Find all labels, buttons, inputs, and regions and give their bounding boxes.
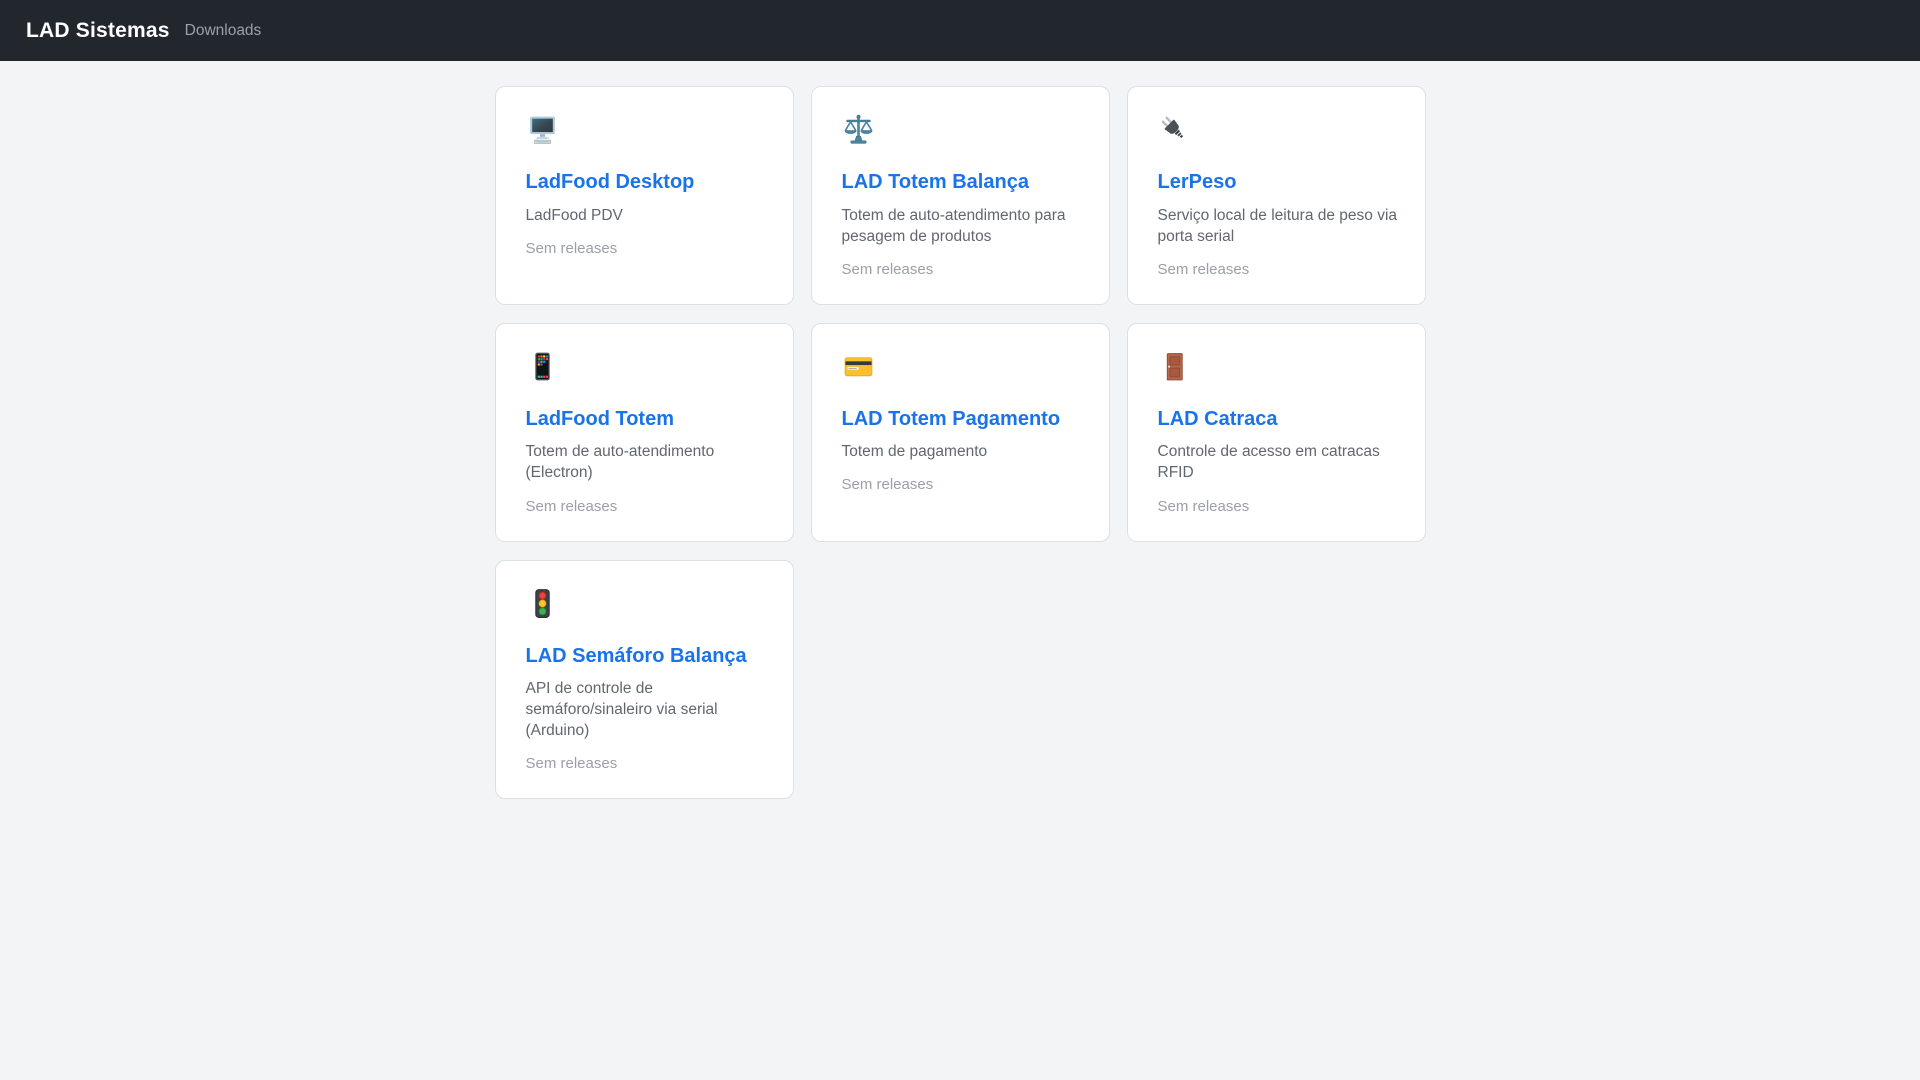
project-card: LAD Totem Pagamento Totem de pagamento S… — [810, 322, 1110, 542]
releases-status: Sem releases — [525, 497, 618, 515]
project-title-link[interactable]: LadFood Desktop — [526, 171, 695, 193]
project-card: LerPeso Serviço local de leitura de peso… — [1126, 86, 1426, 305]
project-title: LerPeso — [1158, 167, 1405, 195]
project-title: LAD Totem Pagamento — [842, 404, 1089, 432]
releases-status: Sem releases — [1157, 260, 1250, 278]
releases-status: Sem releases — [525, 239, 618, 257]
mobile-phone-icon — [526, 350, 559, 383]
releases-status: Sem releases — [1157, 497, 1250, 515]
project-description: LadFood PDV — [525, 206, 623, 224]
project-card: LAD Semáforo Balança API de controle de … — [494, 559, 794, 800]
project-description: API de controle de semáforo/sinaleiro vi… — [525, 680, 718, 740]
electric-plug-icon — [1158, 113, 1191, 146]
project-title: LAD Totem Balança — [842, 167, 1089, 195]
credit-card-icon — [842, 350, 875, 383]
releases-status: Sem releases — [525, 755, 618, 773]
project-description: Totem de pagamento — [841, 443, 988, 461]
project-title-link[interactable]: LAD Semáforo Balança — [526, 645, 747, 667]
project-title-link[interactable]: LerPeso — [1158, 171, 1237, 193]
nav-downloads[interactable]: Downloads — [185, 22, 262, 40]
desktop-computer-icon — [526, 113, 559, 146]
project-title-link[interactable]: LadFood Totem — [526, 408, 675, 430]
project-title: LAD Semáforo Balança — [526, 641, 773, 669]
releases-status: Sem releases — [841, 260, 934, 278]
project-card: LadFood Desktop LadFood PDV Sem releases — [494, 86, 794, 305]
traffic-light-icon — [526, 587, 559, 620]
project-title-link[interactable]: LAD Catraca — [1158, 408, 1278, 430]
project-card: LAD Totem Balança Totem de auto-atendime… — [810, 86, 1110, 305]
project-description: Totem de auto-atendimento para pesagem d… — [841, 206, 1066, 245]
releases-status: Sem releases — [841, 476, 934, 494]
project-description: Serviço local de leitura de peso via por… — [1157, 206, 1398, 245]
project-description: Controle de acesso em catracas RFID — [1157, 443, 1380, 482]
project-title: LadFood Totem — [526, 404, 773, 432]
door-icon — [1158, 350, 1191, 383]
project-card: LadFood Totem Totem de auto-atendimento … — [494, 322, 794, 542]
project-title: LadFood Desktop — [526, 167, 773, 195]
app-header: LAD Sistemas Downloads — [0, 0, 1920, 61]
balance-scale-icon — [842, 113, 875, 146]
project-title-link[interactable]: LAD Totem Pagamento — [842, 408, 1061, 430]
project-card: LAD Catraca Controle de acesso em catrac… — [1126, 322, 1426, 542]
cards-grid: LadFood Desktop LadFood PDV Sem releases… — [494, 86, 1426, 800]
project-description: Totem de auto-atendimento (Electron) — [525, 443, 715, 482]
project-title-link[interactable]: LAD Totem Balança — [842, 171, 1029, 193]
project-title: LAD Catraca — [1158, 404, 1405, 432]
brand-title: LAD Sistemas — [26, 18, 170, 42]
